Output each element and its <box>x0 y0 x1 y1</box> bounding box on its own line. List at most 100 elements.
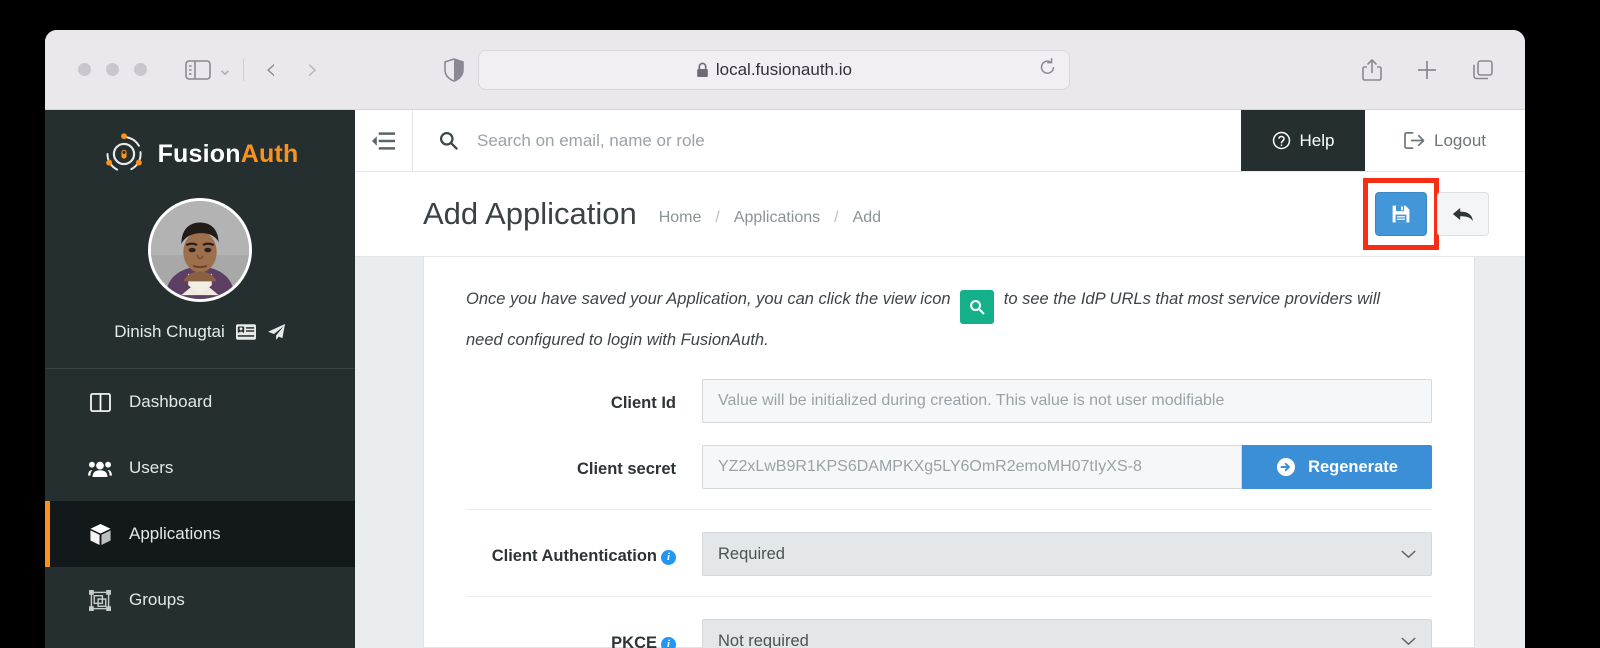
plus-icon[interactable] <box>1415 58 1439 82</box>
client-secret-input[interactable]: YZ2xLwB9R1KPS6DAMPKXg5LY6OmR2emoMH07tIyX… <box>702 445 1242 489</box>
close-window-button[interactable] <box>78 63 91 76</box>
avatar[interactable] <box>148 198 252 302</box>
minimize-window-button[interactable] <box>106 63 119 76</box>
client-authentication-label-text: Client Authentication <box>491 547 657 565</box>
undo-arrow-icon <box>1452 205 1474 224</box>
chevron-down-icon <box>1401 634 1416 648</box>
client-authentication-label: Client Authentication i <box>466 532 702 570</box>
breadcrumb-separator: / <box>834 208 839 226</box>
info-message-before: Once you have saved your Application, yo… <box>466 290 951 308</box>
toolbar-divider <box>242 58 244 81</box>
client-secret-label: Client secret <box>576 460 676 478</box>
share-icon[interactable] <box>1361 58 1383 82</box>
client-id-input[interactable]: Value will be initialized during creatio… <box>702 379 1432 423</box>
breadcrumb-separator: / <box>715 208 720 226</box>
sign-out-icon <box>1404 131 1425 150</box>
main-area: Search on email, name or role Help Logou… <box>355 110 1525 648</box>
columns-icon <box>88 392 112 412</box>
content-area: Once you have saved your Application, yo… <box>355 257 1525 648</box>
users-icon <box>88 459 112 478</box>
logout-button[interactable]: Logout <box>1365 110 1525 171</box>
breadcrumb-item-home[interactable]: Home <box>659 209 702 227</box>
search-placeholder: Search on email, name or role <box>477 130 705 150</box>
brand-name: FusionAuth <box>158 140 299 169</box>
sidebar-item-label: Users <box>129 458 174 477</box>
top-navigation-bar: Search on email, name or role Help Logou… <box>355 110 1525 172</box>
page-header-actions <box>1363 178 1489 250</box>
user-info: Dinish Chugtai <box>45 322 355 342</box>
shield-icon[interactable] <box>444 57 464 82</box>
sidebar-toggle-icon[interactable] <box>185 59 211 81</box>
browser-forward-button[interactable]: › <box>292 52 334 87</box>
avatar-container <box>45 198 355 302</box>
search-input[interactable]: Search on email, name or role <box>413 110 1241 171</box>
id-card-icon[interactable] <box>235 324 256 340</box>
application-body: FusionAuth Dinish Chugtai Dashboard User… <box>45 110 1525 648</box>
tab-overview-icon[interactable] <box>1471 58 1495 82</box>
sidebar-item-label: Dashboard <box>129 392 213 411</box>
client-authentication-select[interactable]: Required <box>702 532 1432 576</box>
arrow-circle-right-icon <box>1276 457 1296 477</box>
save-floppy-icon <box>1391 204 1411 224</box>
view-search-icon[interactable] <box>960 290 995 324</box>
client-id-control: Value will be initialized during creatio… <box>702 379 1432 423</box>
regenerate-button[interactable]: Regenerate <box>1242 445 1432 489</box>
fusionauth-logo-icon <box>102 132 146 176</box>
sidebar: FusionAuth Dinish Chugtai Dashboard User… <box>45 110 355 648</box>
reload-icon[interactable] <box>1039 58 1056 81</box>
browser-window: ⌄ ‹ › local.fusionauth.io FusionAuth Din… <box>45 30 1525 648</box>
collapse-menu-icon[interactable] <box>355 110 413 171</box>
brand-name-part2: Auth <box>240 139 299 168</box>
breadcrumb-item-applications[interactable]: Applications <box>734 209 820 227</box>
search-icon <box>439 131 458 150</box>
url-text: local.fusionauth.io <box>715 59 852 79</box>
sidebar-item-groups[interactable]: Groups <box>45 567 355 633</box>
back-button[interactable] <box>1437 192 1489 236</box>
paper-plane-icon[interactable] <box>267 323 286 341</box>
logout-label: Logout <box>1434 130 1486 150</box>
client-secret-control: YZ2xLwB9R1KPS6DAMPKXg5LY6OmR2emoMH07tIyX… <box>702 445 1432 489</box>
pkce-select[interactable]: Not required <box>702 619 1432 648</box>
client-id-label: Client Id <box>610 394 676 412</box>
client-authentication-control: Required <box>702 532 1432 576</box>
user-name: Dinish Chugtai <box>114 322 225 341</box>
breadcrumb: Home / Applications / Add <box>659 209 881 227</box>
sidebar-item-users[interactable]: Users <box>45 435 355 501</box>
pkce-label: PKCE i <box>466 619 702 648</box>
sidebar-item-dashboard[interactable]: Dashboard <box>45 369 355 435</box>
window-controls[interactable] <box>78 63 147 76</box>
regenerate-label: Regenerate <box>1308 457 1398 476</box>
page-title: Add Application <box>423 196 637 231</box>
browser-right-actions <box>1361 58 1495 82</box>
sidebar-item-label: Applications <box>129 524 221 543</box>
info-icon[interactable]: i <box>661 550 676 566</box>
brand-name-part1: Fusion <box>157 139 241 168</box>
help-button[interactable]: Help <box>1241 110 1365 171</box>
lock-icon <box>696 62 709 78</box>
form-row-client-authentication: Client Authentication i Required <box>466 532 1432 576</box>
address-bar-content: local.fusionauth.io <box>479 60 1069 80</box>
info-icon[interactable]: i <box>661 637 676 648</box>
question-circle-icon <box>1272 131 1291 150</box>
browser-back-button[interactable]: ‹ <box>250 52 292 87</box>
sidebar-item-label: Groups <box>129 590 185 609</box>
help-label: Help <box>1299 130 1335 150</box>
client-authentication-value: Required <box>718 544 785 563</box>
page-header: Add Application Home / Applications / Ad… <box>355 172 1525 257</box>
sidebar-item-applications[interactable]: Applications <box>45 501 355 567</box>
sidebar-menu-chevron-down-icon[interactable]: ⌄ <box>217 60 233 79</box>
form-divider <box>466 509 1432 510</box>
pkce-value: Not required <box>718 631 809 648</box>
form-divider <box>466 596 1432 597</box>
form-row-client-secret: Client secret YZ2xLwB9R1KPS6DAMPKXg5LY6O… <box>466 445 1432 489</box>
address-bar[interactable]: local.fusionauth.io <box>477 49 1070 90</box>
maximize-window-button[interactable] <box>134 63 147 76</box>
chevron-down-icon <box>1401 547 1416 562</box>
browser-toolbar: ⌄ ‹ › local.fusionauth.io <box>45 30 1525 110</box>
pkce-control: Not required <box>702 619 1432 648</box>
form-card: Once you have saved your Application, yo… <box>423 257 1475 648</box>
object-group-icon <box>88 589 112 611</box>
brand-logo[interactable]: FusionAuth <box>45 110 355 176</box>
save-button[interactable] <box>1375 192 1427 236</box>
form-row-pkce: PKCE i Not required <box>466 619 1432 648</box>
